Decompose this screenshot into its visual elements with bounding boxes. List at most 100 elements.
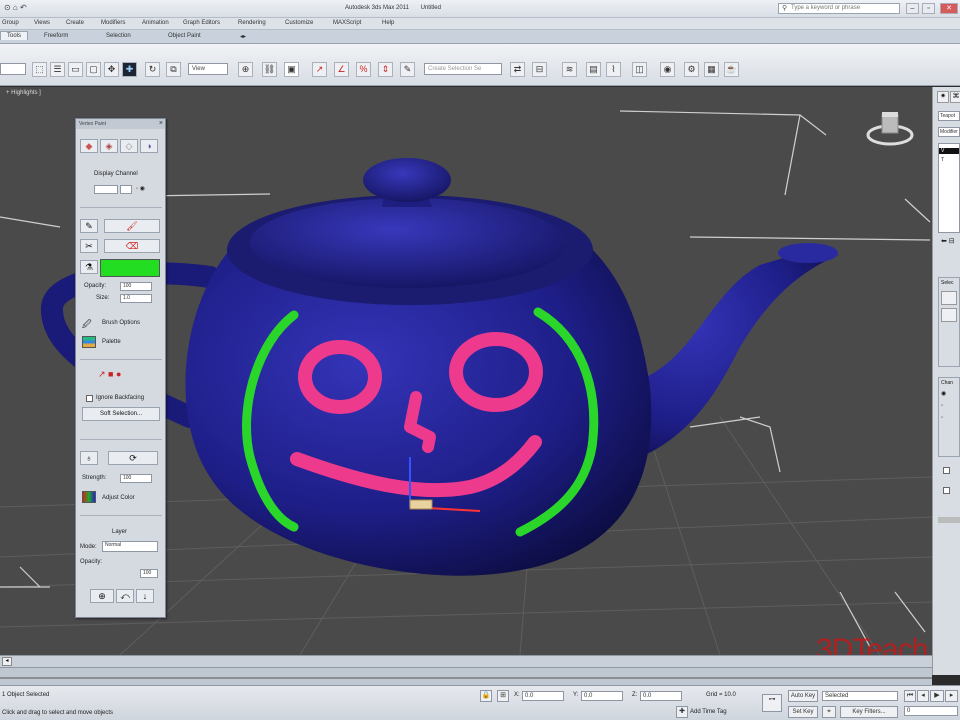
render-production-icon[interactable]: ☕ (724, 62, 739, 77)
z-coordinate-field[interactable]: 0.0 (640, 691, 682, 701)
select-link-icon[interactable]: ⛓ (262, 62, 277, 77)
opacity2-field[interactable]: 100 (140, 569, 158, 578)
named-selection-sets-dropdown[interactable]: Create Selection Se (424, 63, 502, 75)
rollout-title[interactable]: Selec (939, 278, 959, 288)
pivot-center-icon[interactable]: ⊕ (238, 62, 253, 77)
schematic-view-icon[interactable]: ◫ (632, 62, 647, 77)
new-layer-button[interactable]: ⊕ (90, 589, 114, 603)
menu-views[interactable]: Views (34, 20, 50, 26)
rollout-title[interactable]: Chan (939, 378, 959, 388)
percent-snap-icon[interactable]: % (356, 62, 371, 77)
tab-object-paint[interactable]: Object Paint (168, 33, 201, 39)
palette-icon[interactable] (82, 336, 96, 348)
rollout-button[interactable] (941, 308, 957, 322)
size-field[interactable]: 1.0 (120, 294, 152, 303)
pick-color-icon[interactable]: ⚗ (80, 260, 98, 274)
modify-tab-icon[interactable]: ⌘ (950, 91, 960, 103)
go-to-start-icon[interactable]: ⏮ (904, 690, 916, 702)
paint-brush-button[interactable]: 🖌 (104, 219, 160, 233)
palette-label[interactable]: Palette (102, 339, 121, 345)
select-scale-icon[interactable]: ⧉ (166, 62, 181, 77)
add-time-tag-label[interactable]: Add Time Tag (690, 709, 727, 715)
adjust-layer-icon[interactable]: ♁ (80, 451, 98, 465)
snaps-toggle-icon[interactable]: ↗ (312, 62, 327, 77)
paint-color-swatch[interactable] (100, 259, 160, 277)
select-rotate-icon[interactable]: ↻ (145, 62, 160, 77)
scrollbar[interactable] (938, 517, 960, 523)
vertex-color-display-icon[interactable]: ◆ (80, 139, 98, 153)
track-bar[interactable] (0, 667, 932, 685)
modifier-stack[interactable]: V T (938, 143, 960, 233)
menu-customize[interactable]: Customize (285, 20, 313, 26)
rollout-button[interactable] (941, 291, 957, 305)
align-icon[interactable]: ⊟ (532, 62, 547, 77)
ignore-backfacing-checkbox[interactable] (86, 395, 93, 402)
curve-editor-icon[interactable]: ⌇ (606, 62, 621, 77)
minimize-button[interactable]: – (906, 3, 919, 14)
blur-brush-icons[interactable]: ↗ ■ ● (98, 369, 121, 380)
opacity-field[interactable]: 100 (120, 282, 152, 291)
modifier-list-dropdown[interactable]: Modifier (938, 127, 960, 137)
tab-selection[interactable]: Selection (106, 33, 131, 39)
tab-freeform[interactable]: Freeform (44, 33, 68, 39)
rectangle-selection-icon[interactable]: ▭ (68, 62, 83, 77)
render-frame-icon[interactable]: ▦ (704, 62, 719, 77)
vertex-color-shaded-icon[interactable]: ◈ (100, 139, 118, 153)
adjust-color-label[interactable]: Adjust Color (102, 495, 135, 501)
material-editor-icon[interactable]: ◉ (660, 62, 675, 77)
lock-selection-icon[interactable]: 🔒 (480, 690, 492, 702)
select-by-name-icon[interactable]: ☰ (50, 62, 65, 77)
blur-tool-button[interactable]: ⟳ (108, 451, 158, 465)
mode-dropdown[interactable]: Normal (102, 541, 158, 552)
graphite-toggle-icon[interactable]: ▤ (586, 62, 601, 77)
close-icon[interactable]: × (159, 119, 163, 129)
create-tab-icon[interactable]: ✷ (937, 91, 949, 103)
key-filters-button[interactable]: Key Filters... (840, 706, 898, 718)
tab-tools[interactable]: Tools (0, 31, 29, 40)
previous-frame-icon[interactable]: ◂ (917, 690, 929, 702)
menu-rendering[interactable]: Rendering (238, 20, 266, 26)
mirror-icon[interactable]: ⇄ (510, 62, 525, 77)
select-manipulate-icon[interactable]: ✚ (122, 62, 137, 77)
object-name-field[interactable]: Teapot (938, 111, 960, 121)
y-coordinate-field[interactable]: 0.0 (581, 691, 623, 701)
channel-value-field[interactable] (120, 185, 132, 194)
selection-filter-dropdown[interactable] (0, 63, 26, 75)
search-input[interactable]: ⚲ Type a keyword or phrase (778, 3, 900, 14)
erase-icon[interactable]: ✂ (80, 239, 98, 253)
select-move-icon[interactable]: ✥ (104, 62, 119, 77)
viewport-label[interactable]: + Highlights ] (6, 90, 41, 96)
time-slider-thumb[interactable]: ◂ (2, 657, 12, 666)
adjust-color-icon[interactable] (82, 491, 96, 503)
absolute-mode-icon[interactable]: ⊞ (497, 690, 509, 702)
ribbon-expand-icon[interactable]: ◂▸ (240, 33, 246, 40)
set-key-mode-icon[interactable]: ⊶ (762, 694, 782, 712)
vertex-alpha-icon[interactable]: ◑ (140, 139, 158, 153)
erase-brush-button[interactable]: ⌫ (104, 239, 160, 253)
key-filters-icon[interactable]: ⌖ (822, 706, 836, 718)
time-slider[interactable]: ◂ (0, 655, 932, 667)
keyboard-shortcut-icon[interactable]: ▣ (284, 62, 299, 77)
x-coordinate-field[interactable]: 0.0 (522, 691, 564, 701)
auto-key-button[interactable]: Auto Key (788, 690, 818, 702)
auto-key-dropdown[interactable]: Selected (822, 691, 898, 701)
spinner-snap-icon[interactable]: ⇕ (378, 62, 393, 77)
play-icon[interactable]: ▶ (930, 690, 944, 702)
menu-create[interactable]: Create (66, 20, 84, 26)
angle-snap-icon[interactable]: ∠ (334, 62, 349, 77)
menu-animation[interactable]: Animation (142, 20, 169, 26)
radio-options[interactable]: ◉ ◦ ◦ (939, 388, 959, 424)
brush-options-label[interactable]: Brush Options (102, 320, 140, 326)
soft-selection-button[interactable]: Soft Selection... (82, 407, 160, 421)
channel-radio-icon[interactable]: ◦ ◉ (136, 185, 145, 192)
stack-item[interactable]: V (939, 148, 959, 154)
condense-layer-button[interactable]: ⤺ (116, 589, 134, 603)
stack-item[interactable]: T (939, 157, 959, 163)
close-button[interactable]: ✕ (940, 3, 958, 14)
add-time-tag-icon[interactable]: ✚ (676, 706, 688, 718)
checkbox[interactable] (943, 467, 950, 474)
brush-options-icon[interactable]: 🖉 (82, 317, 92, 333)
stack-tools-icon[interactable]: ⬅ ⊟ (941, 237, 955, 245)
window-crossing-icon[interactable]: ▢ (86, 62, 101, 77)
checkbox[interactable] (943, 487, 950, 494)
